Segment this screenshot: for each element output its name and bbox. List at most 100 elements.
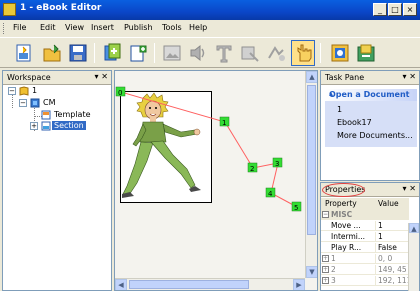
- properties-controls[interactable]: ▾ ✕: [402, 184, 416, 193]
- collapse-toggle[interactable]: −: [322, 211, 329, 218]
- workspace-controls[interactable]: ▾ ✕: [94, 72, 108, 81]
- toolbar-separator: [320, 43, 321, 63]
- add-page-icon: [104, 43, 121, 61]
- new-document-icon: [16, 44, 31, 62]
- path-node-4[interactable]: 4: [265, 187, 276, 198]
- open-button[interactable]: [40, 41, 64, 65]
- canvas-area[interactable]: 0 1 2 3 4 5 ▲ ▼ ◀ ▶: [114, 70, 318, 291]
- motion-path[interactable]: 0 1 2 3 4 5: [115, 71, 305, 278]
- menu-view[interactable]: View: [65, 23, 84, 32]
- property-row[interactable]: + 1 0, 0: [321, 253, 409, 264]
- value-column-header: Value: [375, 199, 409, 208]
- task-pane-controls[interactable]: ▾ ✕: [402, 72, 416, 81]
- property-category[interactable]: − MISC: [321, 209, 409, 220]
- svg-text:1: 1: [222, 119, 226, 127]
- property-value[interactable]: 192, 111: [375, 276, 409, 285]
- ebook-editor-window: 1 - eBook Editor _ □ × File Edit View In…: [0, 0, 420, 291]
- image-tool-icon: [163, 45, 181, 61]
- collapse-chevron-icon[interactable]: ▴: [329, 89, 414, 98]
- scroll-up-button[interactable]: ▲: [306, 71, 317, 83]
- path-node-5[interactable]: 5: [291, 201, 302, 212]
- canvas-vertical-scrollbar[interactable]: ▲ ▼: [305, 71, 317, 278]
- more-documents-link[interactable]: More Documents...: [337, 131, 413, 140]
- menu-help[interactable]: Help: [189, 23, 207, 32]
- scroll-right-button[interactable]: ▶: [293, 279, 305, 290]
- title-bar: 1 - eBook Editor _ □ ×: [0, 0, 420, 20]
- publish-button[interactable]: [354, 41, 378, 65]
- expand-toggle[interactable]: +: [322, 266, 329, 273]
- shape-tool-button[interactable]: [238, 41, 262, 65]
- menu-tools[interactable]: Tools: [162, 23, 182, 32]
- tree-node-root[interactable]: − 1: [8, 86, 108, 97]
- svg-text:4: 4: [268, 190, 273, 198]
- task-pane-header: Task Pane ▾ ✕: [321, 71, 419, 85]
- collapse-toggle[interactable]: −: [19, 99, 27, 107]
- tree-node-template[interactable]: Template: [41, 110, 109, 121]
- recent-document-link[interactable]: Ebook17: [337, 118, 372, 127]
- workspace-title: Workspace: [7, 73, 51, 82]
- property-value[interactable]: 0, 0: [375, 254, 409, 263]
- expand-toggle[interactable]: +: [322, 277, 329, 284]
- insert-page-button[interactable]: [126, 41, 150, 65]
- path-node-3[interactable]: 3: [272, 157, 283, 168]
- property-row[interactable]: Play R... False: [321, 242, 409, 253]
- save-button[interactable]: [66, 41, 90, 65]
- preview-icon: [331, 44, 349, 62]
- workspace-panel: Workspace ▾ ✕ − 1 − CM Template + Sectio…: [2, 70, 112, 291]
- template-icon: [41, 110, 51, 120]
- property-value[interactable]: 1: [375, 221, 409, 230]
- menu-publish[interactable]: Publish: [124, 23, 153, 32]
- close-button[interactable]: ×: [403, 3, 417, 16]
- sound-tool-button[interactable]: [186, 41, 210, 65]
- tree-node-section[interactable]: + Section: [30, 121, 108, 132]
- property-value[interactable]: 1: [375, 232, 409, 241]
- save-disk-icon: [69, 44, 87, 62]
- path-tool-button[interactable]: [291, 40, 315, 66]
- menu-file[interactable]: File: [13, 23, 26, 32]
- tree-node-cm[interactable]: − CM: [19, 98, 109, 109]
- maximize-button[interactable]: □: [388, 3, 402, 16]
- property-row[interactable]: Intermi... 1: [321, 231, 409, 242]
- property-row[interactable]: + 3 192, 111: [321, 275, 409, 286]
- property-column-header: Property: [325, 199, 357, 208]
- minimize-button[interactable]: _: [373, 3, 387, 16]
- property-row[interactable]: Move ... 1: [321, 220, 409, 231]
- toolbar: [0, 37, 420, 68]
- hand-pointer-icon: [297, 44, 312, 62]
- new-document-button[interactable]: [12, 41, 36, 65]
- expand-toggle[interactable]: +: [322, 255, 329, 262]
- scroll-left-button[interactable]: ◀: [115, 279, 127, 290]
- recent-document-link[interactable]: 1: [337, 105, 342, 114]
- expand-toggle[interactable]: +: [30, 122, 38, 130]
- vertical-scroll-thumb[interactable]: [307, 85, 316, 235]
- preview-button[interactable]: [328, 41, 352, 65]
- menu-insert[interactable]: Insert: [91, 23, 114, 32]
- collapse-toggle[interactable]: −: [8, 87, 16, 95]
- text-tool-button[interactable]: [212, 41, 236, 65]
- property-name: 1: [331, 254, 336, 263]
- properties-panel: Properties ▾ ✕ Property Value − MISC Mov…: [320, 182, 420, 291]
- animation-tool-button[interactable]: [264, 41, 288, 65]
- add-page-button[interactable]: [100, 41, 124, 65]
- open-folder-icon: [43, 44, 61, 62]
- image-tool-button[interactable]: [160, 41, 184, 65]
- scroll-up-button[interactable]: ▲: [409, 223, 419, 233]
- path-node-0[interactable]: 0: [115, 86, 126, 97]
- properties-scrollbar[interactable]: ▲: [408, 223, 419, 291]
- path-node-2[interactable]: 2: [247, 162, 258, 173]
- section-icon: [41, 121, 51, 131]
- scroll-down-button[interactable]: ▼: [306, 266, 317, 278]
- property-row[interactable]: + 2 149, 45: [321, 264, 409, 275]
- property-value[interactable]: False: [375, 243, 409, 252]
- publish-icon: [357, 44, 375, 62]
- menu-edit[interactable]: Edit: [40, 23, 56, 32]
- property-value[interactable]: 149, 45: [375, 265, 409, 274]
- canvas-horizontal-scrollbar[interactable]: ◀ ▶: [115, 278, 305, 290]
- property-name: Intermi...: [331, 232, 366, 241]
- path-node-1[interactable]: 1: [219, 116, 230, 127]
- tree-label-section: Section: [52, 121, 86, 130]
- open-document-group-header[interactable]: Open a Document ▴: [325, 89, 417, 101]
- menu-bar: File Edit View Insert Publish Tools Help: [0, 20, 420, 37]
- horizontal-scroll-thumb[interactable]: [129, 280, 249, 289]
- property-name: 2: [331, 265, 336, 274]
